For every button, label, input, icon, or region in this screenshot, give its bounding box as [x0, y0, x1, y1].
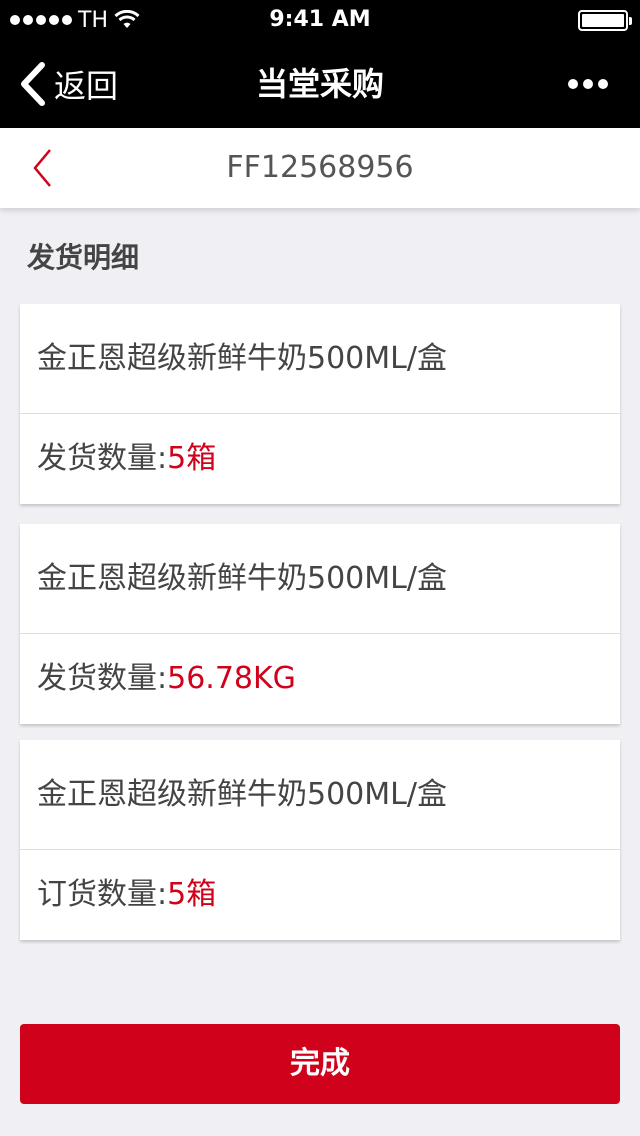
more-icon[interactable]: [568, 40, 608, 128]
section-title: 发货明细: [27, 241, 140, 274]
status-time: 9:41 AM: [269, 7, 371, 32]
nav-title: 当堂采购: [255, 65, 384, 103]
item-name: 金正恩超级新鲜牛奶500ML/盒: [20, 524, 620, 634]
list-item: 金正恩超级新鲜牛奶500ML/盒 订货数量:5箱: [20, 740, 620, 940]
battery-icon: [578, 10, 632, 31]
quantity-label: 订货数量:: [37, 877, 168, 912]
list-item: 金正恩超级新鲜牛奶500ML/盒 发货数量:56.78KG: [20, 524, 620, 724]
quantity-value: 5箱: [167, 877, 217, 912]
quantity-value: 5箱: [167, 441, 217, 476]
done-button[interactable]: 完成: [20, 1024, 620, 1104]
order-number: FF12568956: [226, 150, 414, 185]
quantity-value: 56.78KG: [167, 661, 296, 696]
quantity-label: 发货数量:: [37, 661, 168, 696]
order-header: FF12568956: [0, 128, 640, 208]
item-name: 金正恩超级新鲜牛奶500ML/盒: [20, 304, 620, 414]
item-quantity: 发货数量:5箱: [20, 414, 620, 504]
list-item: 金正恩超级新鲜牛奶500ML/盒 发货数量:5箱: [20, 304, 620, 504]
quantity-label: 发货数量:: [37, 441, 168, 476]
item-quantity: 订货数量:5箱: [20, 850, 620, 940]
status-bar: TH 9:41 AM: [0, 0, 640, 40]
nav-bar: 返回 当堂采购: [0, 40, 640, 128]
item-name: 金正恩超级新鲜牛奶500ML/盒: [20, 740, 620, 850]
item-quantity: 发货数量:56.78KG: [20, 634, 620, 724]
